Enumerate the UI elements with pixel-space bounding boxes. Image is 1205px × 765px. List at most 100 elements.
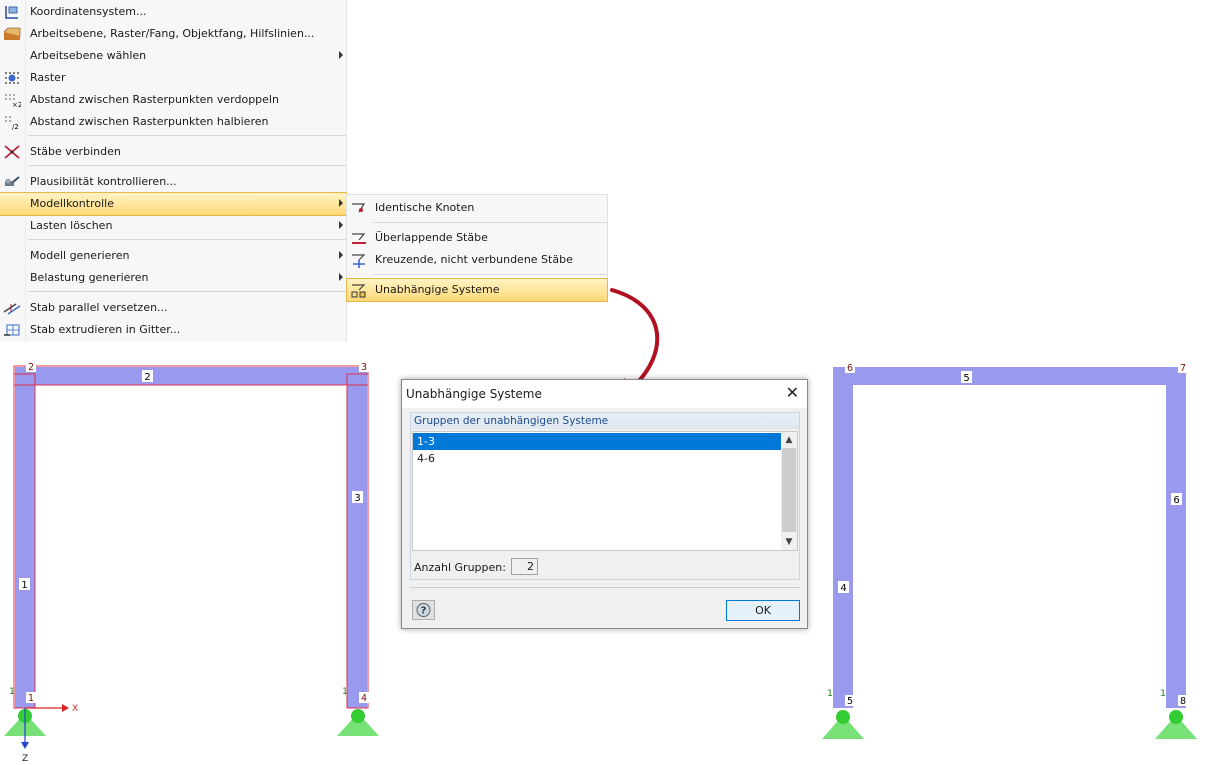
crossing-members-icon [352,254,366,268]
menu-item-arbeitsebene-waehlen[interactable]: Arbeitsebene wählen [0,45,346,67]
overlapping-members-icon [352,233,366,244]
groups-panel: Gruppen der unabhängigen Systeme 1-3 4-6… [410,412,800,580]
member-6-bar[interactable] [1166,374,1186,708]
node-label-7: 7 [1180,363,1186,374]
menu-item-label: Modell generieren [30,249,130,262]
z-axis-label: Z [22,754,28,764]
member-label-2: 2 [144,372,150,383]
menu-item-label: Plausibilität kontrollieren... [30,175,177,188]
menu-item-label: Koordinatensystem... [30,5,147,18]
ok-button[interactable]: OK [726,600,800,621]
submenu-item-identische-knoten[interactable]: Identische Knoten [347,197,607,219]
menu-item-modell-generieren[interactable]: Modell generieren [0,245,346,267]
svg-text:/2: /2 [12,123,19,130]
list-item[interactable]: 1-3 [413,433,781,450]
menu-item-belastung-generieren[interactable]: Belastung generieren [0,267,346,289]
submenu-item-label: Kreuzende, nicht verbundene Stäbe [375,253,573,266]
menu-item-staebe-verbinden[interactable]: Stäbe verbinden [0,141,346,163]
help-icon: ? [416,603,431,617]
menu-item-label: Abstand zwischen Rasterpunkten halbieren [30,115,269,128]
frame-left[interactable]: 2 1 3 2 3 1 4 1 1 X Z [4,361,379,764]
help-button[interactable]: ? [412,600,435,620]
submenu-arrow-icon [339,251,343,259]
member-label-6: 6 [1173,495,1179,506]
x-axis-arrow-icon [62,704,69,712]
node-label-8: 8 [1180,696,1186,707]
groups-panel-header: Gruppen der unabhängigen Systeme [411,413,799,429]
independent-systems-icon [351,284,366,298]
offset-member-icon [3,303,21,315]
menu-item-label: Raster [30,71,66,84]
svg-text:?: ? [421,606,427,617]
list-item[interactable]: 4-6 [413,450,781,467]
submenu-item-kreuzende-staebe[interactable]: Kreuzende, nicht verbundene Stäbe [347,249,607,271]
grid-double-icon: ×2 [5,94,21,108]
node-label-4: 4 [361,693,367,704]
node-label-6: 6 [847,363,853,374]
menu-item-label: Lasten löschen [30,219,113,232]
menu-item-koordinatensystem[interactable]: Koordinatensystem... [0,1,346,23]
menu-item-modellkontrolle[interactable]: Modellkontrolle [0,192,347,216]
grid-half-icon: /2 [5,116,19,130]
grid-icon [5,72,19,84]
connect-members-icon [4,145,20,159]
menu-item-label: Modellkontrolle [30,197,114,210]
extrude-member-icon [4,324,20,336]
menu-item-raster-halbieren[interactable]: /2 Abstand zwischen Rasterpunkten halbie… [0,111,346,133]
submenu-item-unabhaengige-systeme[interactable]: Unabhängige Systeme [346,278,608,302]
menu-item-arbeitsebene[interactable]: Arbeitsebene, Raster/Fang, Objektfang, H… [0,23,346,45]
scroll-thumb[interactable] [782,448,796,532]
menu-item-label: Arbeitsebene, Raster/Fang, Objektfang, H… [30,27,315,40]
member-4-bar[interactable] [833,374,853,708]
menu-item-plausibilitaet[interactable]: Plausibilität kontrollieren... [0,171,346,193]
groups-listbox[interactable]: 1-3 4-6 ▲ ▼ [412,431,798,551]
dialog-unabhaengige-systeme: Unabhängige Systeme ✕ Gruppen der unabhä… [401,379,808,629]
member-3-bar[interactable] [347,374,367,708]
group-count-value: 2 [511,558,538,575]
menu-item-lasten-loeschen[interactable]: Lasten löschen [0,215,346,237]
menu-item-label: Stäbe verbinden [30,145,121,158]
support-label-left-1: 1 [9,687,15,697]
submenu-modellkontrolle: Identische Knoten Überlappende Stäbe Kre… [346,194,608,302]
svg-text:×2: ×2 [12,101,21,108]
menu-item-label: Abstand zwischen Rasterpunkten verdoppel… [30,93,279,106]
groups-panel-title: Gruppen der unabhängigen Systeme [414,415,609,427]
menu-item-label: Stab parallel versetzen... [30,301,168,314]
dialog-titlebar[interactable]: Unabhängige Systeme ✕ [402,380,807,408]
submenu-arrow-icon [339,221,343,229]
submenu-item-ueberlappende-staebe[interactable]: Überlappende Stäbe [347,227,607,249]
submenu-arrow-icon [339,273,343,281]
scroll-up-icon[interactable]: ▲ [781,432,797,448]
vertical-scrollbar[interactable]: ▲ ▼ [781,432,797,550]
member-label-4: 4 [840,583,846,594]
x-axis-label: X [72,704,78,714]
menu-item-raster[interactable]: Raster [0,67,346,89]
support-label-right-2: 1 [1160,689,1166,699]
member-label-5: 5 [963,373,969,384]
member-2-bar[interactable] [15,367,367,385]
close-icon[interactable]: ✕ [786,385,799,401]
submenu-arrow-icon [339,199,343,207]
support-hinge-right-1 [836,710,850,724]
support-hinge-right-2 [1169,710,1183,724]
submenu-item-label: Unabhängige Systeme [375,283,500,296]
callout-arrow [610,288,660,392]
node-label-2: 2 [28,362,34,373]
submenu-item-label: Überlappende Stäbe [375,231,488,244]
menu-item-stab-extrudieren[interactable]: Stab extrudieren in Gitter... [0,319,346,341]
scroll-down-icon[interactable]: ▼ [781,534,797,550]
menu-item-label: Stab extrudieren in Gitter... [30,323,181,336]
dialog-title: Unabhängige Systeme [406,387,542,401]
frame-right[interactable]: 5 4 6 6 7 5 8 1 1 [822,362,1197,739]
support-hinge-left-2 [351,709,365,723]
coordinate-system-icon [5,6,18,19]
work-plane-icon [3,27,21,40]
menu-item-raster-verdoppeln[interactable]: ×2 Abstand zwischen Rasterpunkten verdop… [0,89,346,111]
member-1-bar[interactable] [15,374,35,708]
menu-item-label: Arbeitsebene wählen [30,49,147,62]
member-5-bar[interactable] [833,367,1186,385]
node-label-3: 3 [361,362,367,373]
support-label-left-2: 1 [342,687,348,697]
menu-item-stab-versetzen[interactable]: Stab parallel versetzen... [0,297,346,319]
node-label-1: 1 [28,693,34,704]
